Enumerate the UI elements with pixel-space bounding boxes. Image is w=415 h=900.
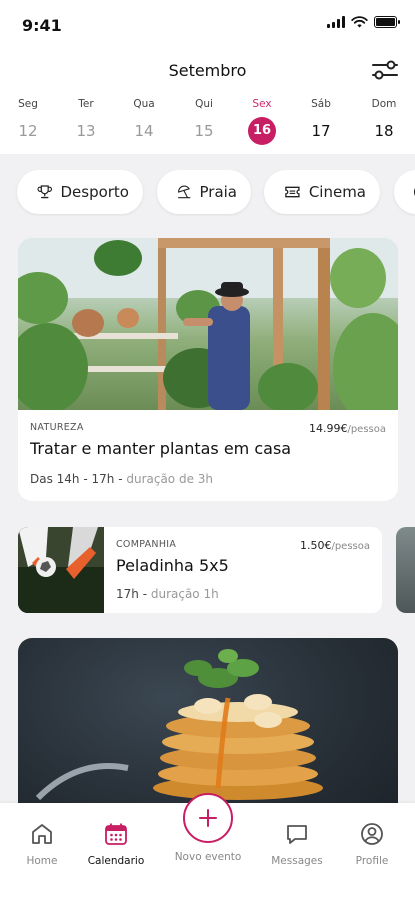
event-card-body: NATUREZA 14.99€/pessoa Tratar e manter p… — [18, 410, 398, 486]
tab-home[interactable]: Home — [6, 821, 78, 867]
price-unit: /pessoa — [347, 424, 386, 435]
day-number: 13 — [76, 122, 96, 140]
trophy-icon — [37, 185, 52, 199]
filter-button[interactable] — [371, 57, 399, 83]
event-price: 14.99€/pessoa — [309, 422, 386, 435]
event-image-plants — [18, 238, 398, 410]
price-value: 14.99€ — [308, 422, 348, 435]
new-event-button[interactable] — [183, 793, 233, 843]
event-time: 17h - duração 1h — [116, 587, 219, 601]
day-name: Dom — [371, 98, 397, 110]
day-wednesday[interactable]: Qua 14 — [120, 96, 168, 150]
wifi-icon — [351, 16, 368, 28]
ticket-icon — [285, 186, 300, 198]
tab-label: Home — [26, 855, 58, 867]
signal-icon — [327, 16, 345, 28]
event-card-football[interactable]: COMPANHIA 1.50€/pessoa Peladinha 5x5 17h… — [18, 527, 382, 613]
tab-label: Novo evento — [174, 851, 242, 863]
status-bar: 9:41 — [0, 0, 415, 52]
day-name: Seg — [18, 98, 38, 110]
bottom-tab-bar: Home Calendario Novo evento Messages Pro… — [0, 793, 415, 900]
event-card-plants[interactable]: NATUREZA 14.99€/pessoa Tratar e manter p… — [18, 238, 398, 501]
price-value: 1.50€ — [299, 539, 332, 552]
day-number: 14 — [134, 122, 154, 140]
week-strip: Seg 12 Ter 13 Qua 14 Qui 15 Sex 16 Sáb 1… — [0, 96, 415, 152]
tab-new-event[interactable]: Novo evento — [172, 851, 244, 863]
chip-cinema[interactable]: Cinema — [264, 170, 380, 214]
chip-praia[interactable]: Praia — [157, 170, 251, 214]
month-title: Setembro — [168, 61, 247, 80]
home-icon — [32, 824, 52, 844]
day-saturday[interactable]: Sáb 17 — [297, 96, 345, 150]
event-hours: 17h — [116, 587, 139, 601]
event-card-next-peek[interactable] — [396, 527, 415, 613]
event-price: 1.50€/pessoa — [300, 539, 370, 552]
day-name: Sáb — [311, 98, 331, 110]
event-duration: duração de 3h — [126, 472, 214, 486]
tab-label: Messages — [271, 855, 323, 867]
calendar-icon — [105, 823, 127, 845]
price-unit: /pessoa — [331, 541, 370, 552]
day-number: 17 — [311, 122, 331, 140]
event-time: Das 14h - 17h - duração de 3h — [30, 472, 214, 486]
battery-icon — [374, 16, 400, 28]
tab-calendar[interactable]: Calendario — [80, 821, 152, 867]
tab-messages[interactable]: Messages — [261, 821, 333, 867]
chip-more[interactable] — [394, 170, 415, 214]
event-hours: Das 14h - 17h — [30, 472, 115, 486]
day-thursday[interactable]: Qui 15 — [180, 96, 228, 150]
tab-label: Calendario — [87, 855, 145, 867]
chat-bubble-icon — [287, 825, 307, 844]
day-number: 15 — [194, 122, 214, 140]
filter-sliders-icon — [372, 60, 398, 80]
chip-label: Praia — [199, 183, 238, 201]
day-name: Qua — [133, 98, 155, 110]
day-number: 18 — [374, 122, 394, 140]
day-sunday[interactable]: Dom 18 — [360, 96, 408, 150]
day-tuesday[interactable]: Ter 13 — [62, 96, 110, 150]
day-name: Qui — [195, 98, 213, 110]
day-monday[interactable]: Seg 12 — [4, 96, 52, 150]
event-title: Peladinha 5x5 — [116, 556, 229, 575]
calendar-header: Setembro Seg 12 Ter 13 Qua 14 Qui 15 Sex… — [0, 52, 415, 154]
event-image-football — [18, 527, 104, 613]
plus-icon — [199, 809, 217, 827]
event-card-body: COMPANHIA 1.50€/pessoa Peladinha 5x5 17h… — [116, 539, 370, 601]
category-chips: Desporto Praia Cinema — [0, 170, 415, 216]
day-name: Ter — [78, 98, 94, 110]
chip-label: Cinema — [308, 183, 366, 201]
tab-profile[interactable]: Profile — [336, 821, 408, 867]
day-name: Sex — [252, 98, 272, 110]
event-title: Tratar e manter plantas em casa — [30, 439, 292, 458]
status-time: 9:41 — [22, 16, 62, 35]
profile-icon — [361, 823, 383, 845]
tab-label: Profile — [355, 855, 389, 867]
status-icons — [327, 16, 400, 28]
beach-umbrella-icon — [178, 185, 191, 199]
day-friday-selected[interactable]: Sex 16 — [238, 96, 286, 150]
event-duration: duração 1h — [150, 587, 219, 601]
day-number: 12 — [18, 122, 38, 140]
day-number: 16 — [248, 117, 276, 145]
chip-label: Desporto — [60, 183, 129, 201]
chip-desporto[interactable]: Desporto — [17, 170, 143, 214]
